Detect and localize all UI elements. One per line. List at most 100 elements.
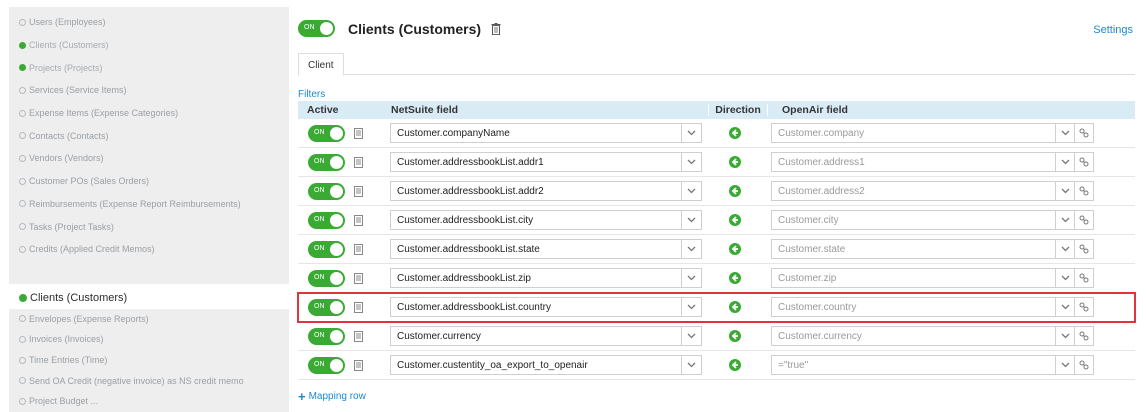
settings-link[interactable]: Settings xyxy=(1093,24,1133,36)
openair-field-select[interactable]: Customer.currency xyxy=(771,326,1094,346)
sidebar-item[interactable]: Credits (Applied Credit Memos) xyxy=(9,238,289,261)
chevron-down-icon[interactable] xyxy=(1055,269,1074,287)
link-icon[interactable] xyxy=(1074,327,1093,345)
chevron-down-icon[interactable] xyxy=(681,240,701,258)
sidebar-item[interactable]: Time Entries (Time) xyxy=(9,350,289,371)
link-icon[interactable] xyxy=(1074,182,1093,200)
chevron-down-icon[interactable] xyxy=(681,327,701,345)
netsuite-field-select[interactable]: Customer.addressbookList.state xyxy=(390,239,702,259)
openair-field-select[interactable]: Customer.state xyxy=(771,239,1094,259)
row-active-toggle[interactable]: ON xyxy=(308,211,345,229)
sidebar-item[interactable]: Vendors (Vendors) xyxy=(9,147,289,170)
sidebar-item[interactable]: Customer POs (Sales Orders) xyxy=(9,170,289,193)
document-icon[interactable] xyxy=(354,127,363,139)
netsuite-field-select[interactable]: Customer.addressbookList.city xyxy=(390,210,702,230)
sidebar-item[interactable]: Reimbursements (Expense Report Reimburse… xyxy=(9,193,289,216)
arrow-left-icon[interactable] xyxy=(728,214,741,226)
sidebar-item-current[interactable]: Clients (Customers) xyxy=(0,288,289,309)
openair-field-select[interactable]: Customer.city xyxy=(771,210,1094,230)
chevron-down-icon[interactable] xyxy=(1055,356,1074,374)
sidebar-item[interactable]: Projects (Projects) xyxy=(9,56,289,79)
document-icon[interactable] xyxy=(354,330,363,342)
tab-client[interactable]: Client xyxy=(298,53,344,76)
chevron-down-icon[interactable] xyxy=(1055,240,1074,258)
toggle-knob xyxy=(330,184,343,198)
netsuite-field-select[interactable]: Customer.addressbookList.zip xyxy=(390,268,702,288)
sidebar-item[interactable]: Users (Employees) xyxy=(9,11,289,34)
link-icon[interactable] xyxy=(1074,356,1093,374)
chevron-down-icon[interactable] xyxy=(681,153,701,171)
row-active-toggle[interactable]: ON xyxy=(308,124,345,142)
document-icon[interactable] xyxy=(354,156,363,168)
add-mapping-row-button[interactable]: + Mapping row xyxy=(298,389,366,404)
document-icon[interactable] xyxy=(354,301,363,313)
sidebar-item[interactable]: Contacts (Contacts) xyxy=(9,124,289,147)
document-icon[interactable] xyxy=(354,185,363,197)
sidebar-item[interactable]: Project Budget ... xyxy=(9,391,289,412)
openair-field-select[interactable]: Customer.zip xyxy=(771,268,1094,288)
sidebar-item[interactable]: Clients (Customers) xyxy=(9,34,289,57)
sidebar-item-label: Projects (Projects) xyxy=(29,62,103,73)
openair-field-select[interactable]: Customer.address2 xyxy=(771,181,1094,201)
arrow-left-icon[interactable] xyxy=(728,156,741,168)
chevron-down-icon[interactable] xyxy=(681,269,701,287)
netsuite-field-select[interactable]: Customer.custentity_oa_export_to_openair xyxy=(390,355,702,375)
row-active-toggle[interactable]: ON xyxy=(308,356,345,374)
openair-field-value: Customer.zip xyxy=(778,272,837,284)
link-icon[interactable] xyxy=(1074,211,1093,229)
row-active-toggle[interactable]: ON xyxy=(308,269,345,287)
chevron-down-icon[interactable] xyxy=(1055,211,1074,229)
link-icon[interactable] xyxy=(1074,240,1093,258)
trash-icon[interactable] xyxy=(491,22,501,35)
document-icon[interactable] xyxy=(354,359,363,371)
document-icon[interactable] xyxy=(354,243,363,255)
openair-field-select[interactable]: Customer.address1 xyxy=(771,152,1094,172)
row-active-toggle[interactable]: ON xyxy=(308,298,345,316)
arrow-left-icon[interactable] xyxy=(728,301,741,313)
sidebar-item[interactable]: Send OA Credit (negative invoice) as NS … xyxy=(9,370,289,391)
active-cell: ON xyxy=(298,153,389,171)
chevron-down-icon[interactable] xyxy=(681,211,701,229)
filters-link[interactable]: Filters xyxy=(298,89,325,100)
sidebar-item[interactable]: Tasks (Project Tasks) xyxy=(9,215,289,238)
document-icon[interactable] xyxy=(354,272,363,284)
toggle-knob xyxy=(330,242,343,256)
chevron-down-icon[interactable] xyxy=(1055,327,1074,345)
arrow-left-icon[interactable] xyxy=(728,272,741,284)
arrow-left-icon[interactable] xyxy=(728,127,741,139)
sidebar-item[interactable]: Invoices (Invoices) xyxy=(9,329,289,350)
chevron-down-icon[interactable] xyxy=(1055,182,1074,200)
netsuite-field-select[interactable]: Customer.addressbookList.country xyxy=(390,297,702,317)
document-icon[interactable] xyxy=(354,214,363,226)
chevron-down-icon[interactable] xyxy=(681,298,701,316)
arrow-left-icon[interactable] xyxy=(728,359,741,371)
arrow-left-icon[interactable] xyxy=(728,185,741,197)
chevron-down-icon[interactable] xyxy=(1055,153,1074,171)
row-active-toggle[interactable]: ON xyxy=(308,240,345,258)
openair-field-select[interactable]: Customer.company xyxy=(771,123,1094,143)
chevron-down-icon[interactable] xyxy=(1055,124,1074,142)
link-icon[interactable] xyxy=(1074,298,1093,316)
openair-field-select[interactable]: Customer.country xyxy=(771,297,1094,317)
netsuite-field-select[interactable]: Customer.companyName xyxy=(390,123,702,143)
sidebar-item[interactable]: Envelopes (Expense Reports) xyxy=(9,309,289,330)
arrow-left-icon[interactable] xyxy=(728,330,741,342)
chevron-down-icon[interactable] xyxy=(681,356,701,374)
sidebar-item[interactable]: Expense Items (Expense Categories) xyxy=(9,102,289,125)
chevron-down-icon[interactable] xyxy=(1055,298,1074,316)
netsuite-field-select[interactable]: Customer.currency xyxy=(390,326,702,346)
row-active-toggle[interactable]: ON xyxy=(308,153,345,171)
mapping-enabled-toggle[interactable]: ON xyxy=(298,20,335,37)
link-icon[interactable] xyxy=(1074,124,1093,142)
openair-field-select[interactable]: ="true" xyxy=(771,355,1094,375)
row-active-toggle[interactable]: ON xyxy=(308,327,345,345)
link-icon[interactable] xyxy=(1074,269,1093,287)
sidebar-item[interactable]: Services (Service Items) xyxy=(9,79,289,102)
arrow-left-icon[interactable] xyxy=(728,243,741,255)
row-active-toggle[interactable]: ON xyxy=(308,182,345,200)
netsuite-field-select[interactable]: Customer.addressbookList.addr1 xyxy=(390,152,702,172)
chevron-down-icon[interactable] xyxy=(681,182,701,200)
netsuite-field-select[interactable]: Customer.addressbookList.addr2 xyxy=(390,181,702,201)
chevron-down-icon[interactable] xyxy=(681,124,701,142)
link-icon[interactable] xyxy=(1074,153,1093,171)
